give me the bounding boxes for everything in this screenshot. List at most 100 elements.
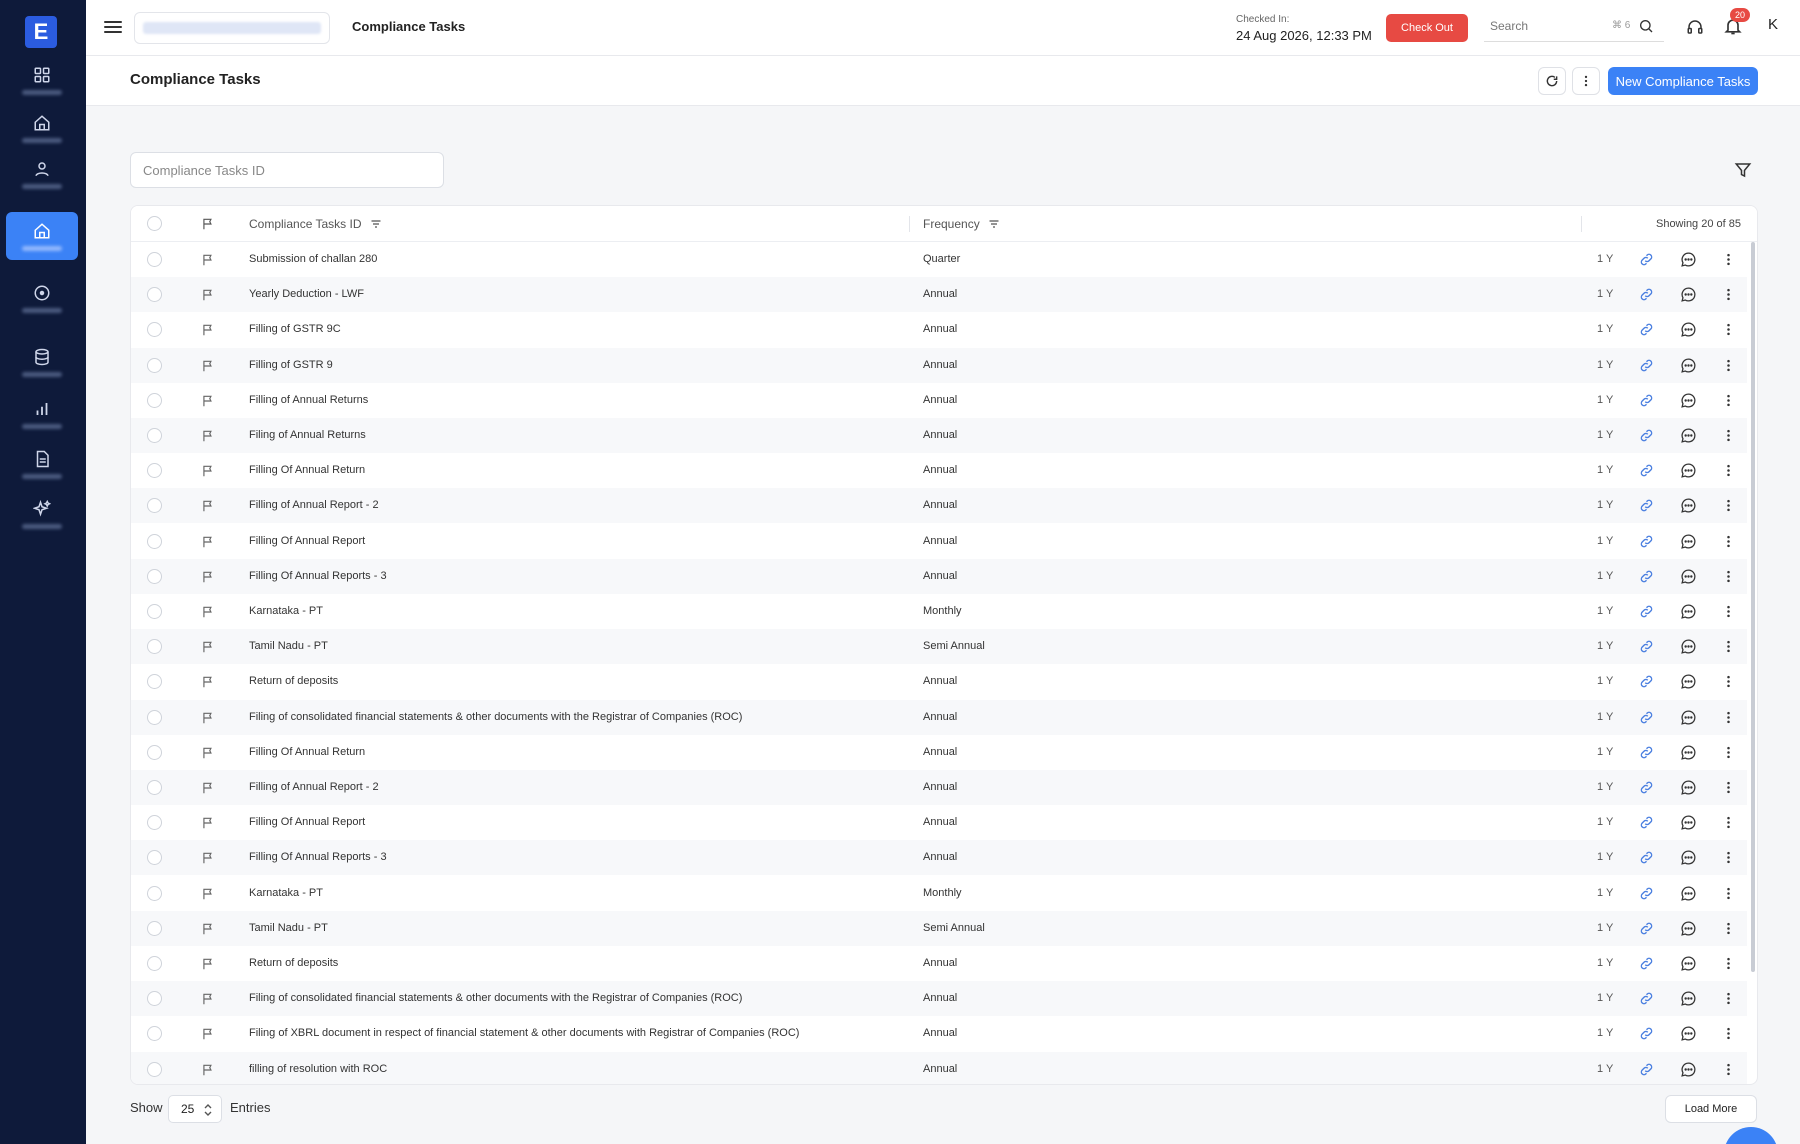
- table-row[interactable]: Filling Of Annual Return Annual 1 Y: [131, 735, 1747, 770]
- cell-task-id[interactable]: Filling of GSTR 9: [249, 359, 333, 371]
- comment-icon[interactable]: [1680, 497, 1697, 514]
- row-checkbox[interactable]: [147, 1026, 162, 1042]
- comment-icon[interactable]: [1680, 709, 1697, 726]
- flag-icon[interactable]: [201, 359, 215, 373]
- cell-task-id[interactable]: Filling Of Annual Report: [249, 816, 365, 828]
- link-icon[interactable]: [1639, 674, 1654, 689]
- flag-icon[interactable]: [201, 957, 215, 971]
- comment-icon[interactable]: [1680, 603, 1697, 620]
- row-checkbox[interactable]: [147, 392, 162, 408]
- flag-icon[interactable]: [201, 711, 215, 725]
- link-icon[interactable]: [1639, 322, 1654, 337]
- flag-icon[interactable]: [201, 288, 215, 302]
- row-checkbox[interactable]: [147, 639, 162, 655]
- table-row[interactable]: Filling Of Annual Return Annual 1 Y: [131, 453, 1747, 488]
- flag-icon[interactable]: [201, 570, 215, 584]
- row-checkbox[interactable]: [147, 604, 162, 619]
- table-scrollbar[interactable]: [1751, 242, 1755, 972]
- workspace-selector[interactable]: [134, 12, 330, 44]
- sidebar-item-2[interactable]: [6, 150, 78, 198]
- link-icon[interactable]: [1639, 287, 1654, 302]
- table-row[interactable]: Return of deposits Annual 1 Y: [131, 664, 1747, 699]
- row-checkbox[interactable]: [147, 991, 162, 1007]
- flag-icon[interactable]: [201, 851, 215, 865]
- table-row[interactable]: Filing of Annual Returns Annual 1 Y: [131, 418, 1747, 453]
- more-options-button[interactable]: [1572, 67, 1600, 95]
- more-vertical-icon[interactable]: [1721, 710, 1736, 725]
- cell-task-id[interactable]: Tamil Nadu - PT: [249, 640, 328, 652]
- row-checkbox[interactable]: [147, 498, 162, 514]
- table-row[interactable]: Return of deposits Annual 1 Y: [131, 946, 1747, 981]
- row-checkbox[interactable]: [147, 533, 162, 549]
- more-vertical-icon[interactable]: [1721, 956, 1736, 971]
- headset-icon[interactable]: [1686, 18, 1704, 36]
- row-checkbox[interactable]: [147, 252, 162, 267]
- row-checkbox[interactable]: [147, 920, 162, 936]
- cell-task-id[interactable]: Tamil Nadu - PT: [249, 922, 328, 934]
- comment-icon[interactable]: [1680, 1061, 1697, 1078]
- sort-filter-icon[interactable]: [370, 218, 382, 230]
- flag-icon[interactable]: [201, 499, 215, 513]
- link-icon[interactable]: [1639, 428, 1654, 443]
- row-checkbox[interactable]: [147, 815, 162, 831]
- comment-icon[interactable]: [1680, 427, 1697, 444]
- row-checkbox[interactable]: [147, 1061, 162, 1077]
- more-vertical-icon[interactable]: [1721, 498, 1736, 513]
- flag-icon[interactable]: [201, 816, 215, 830]
- table-row[interactable]: Karnataka - PT Monthly 1 Y: [131, 876, 1747, 911]
- comment-icon[interactable]: [1680, 533, 1697, 550]
- comment-icon[interactable]: [1680, 673, 1697, 690]
- link-icon[interactable]: [1639, 710, 1654, 725]
- row-checkbox[interactable]: [147, 568, 162, 584]
- comment-icon[interactable]: [1680, 321, 1697, 338]
- table-row[interactable]: Filling of GSTR 9 Annual 1 Y: [131, 347, 1747, 383]
- row-checkbox[interactable]: [147, 780, 162, 795]
- more-vertical-icon[interactable]: [1721, 287, 1736, 302]
- link-icon[interactable]: [1639, 498, 1654, 513]
- filter-icon[interactable]: [1734, 161, 1752, 179]
- link-icon[interactable]: [1639, 921, 1654, 936]
- more-vertical-icon[interactable]: [1721, 674, 1736, 689]
- cell-task-id[interactable]: Yearly Deduction - LWF: [249, 288, 364, 300]
- search-icon[interactable]: [1638, 18, 1654, 34]
- link-icon[interactable]: [1639, 534, 1654, 549]
- more-vertical-icon[interactable]: [1721, 358, 1736, 373]
- entries-per-page-select[interactable]: 25: [168, 1095, 222, 1123]
- comment-icon[interactable]: [1680, 885, 1697, 902]
- load-more-button[interactable]: Load More: [1665, 1095, 1757, 1123]
- more-vertical-icon[interactable]: [1721, 780, 1736, 795]
- more-vertical-icon[interactable]: [1721, 639, 1736, 654]
- flag-icon[interactable]: [201, 1027, 215, 1041]
- cell-task-id[interactable]: Filling Of Annual Reports - 3: [249, 570, 387, 582]
- row-checkbox[interactable]: [147, 322, 162, 338]
- compliance-task-id-input[interactable]: [130, 152, 444, 188]
- flag-icon[interactable]: [201, 535, 215, 549]
- table-row[interactable]: Karnataka - PT Monthly 1 Y: [131, 594, 1747, 629]
- row-checkbox[interactable]: [147, 463, 162, 479]
- row-checkbox[interactable]: [147, 287, 162, 303]
- table-row[interactable]: Filing of consolidated financial stateme…: [131, 699, 1747, 735]
- more-vertical-icon[interactable]: [1721, 850, 1736, 865]
- row-checkbox[interactable]: [147, 956, 162, 971]
- cell-task-id[interactable]: Filling of Annual Report - 2: [249, 781, 379, 793]
- flag-icon[interactable]: [201, 394, 215, 408]
- app-logo[interactable]: E: [25, 16, 57, 48]
- new-compliance-tasks-button[interactable]: New Compliance Tasks: [1608, 67, 1758, 95]
- link-icon[interactable]: [1639, 358, 1654, 373]
- comment-icon[interactable]: [1680, 638, 1697, 655]
- cell-task-id[interactable]: Filing of consolidated financial stateme…: [249, 992, 742, 1004]
- sidebar-item-5[interactable]: [6, 338, 78, 386]
- column-header-frequency[interactable]: Frequency: [923, 217, 1000, 231]
- check-out-button[interactable]: Check Out: [1386, 14, 1468, 42]
- table-row[interactable]: Filling Of Annual Reports - 3 Annual 1 Y: [131, 840, 1747, 876]
- table-row[interactable]: Tamil Nadu - PT Semi Annual 1 Y: [131, 910, 1747, 946]
- cell-task-id[interactable]: Filing of consolidated financial stateme…: [249, 711, 742, 723]
- table-row[interactable]: Filling Of Annual Report Annual 1 Y: [131, 805, 1747, 840]
- cell-task-id[interactable]: Return of deposits: [249, 675, 338, 687]
- more-vertical-icon[interactable]: [1721, 921, 1736, 936]
- table-row[interactable]: Tamil Nadu - PT Semi Annual 1 Y: [131, 629, 1747, 665]
- cell-task-id[interactable]: Filling Of Annual Return: [249, 746, 365, 758]
- more-vertical-icon[interactable]: [1721, 991, 1736, 1006]
- cell-task-id[interactable]: Filling Of Annual Report: [249, 535, 365, 547]
- flag-icon[interactable]: [201, 640, 215, 654]
